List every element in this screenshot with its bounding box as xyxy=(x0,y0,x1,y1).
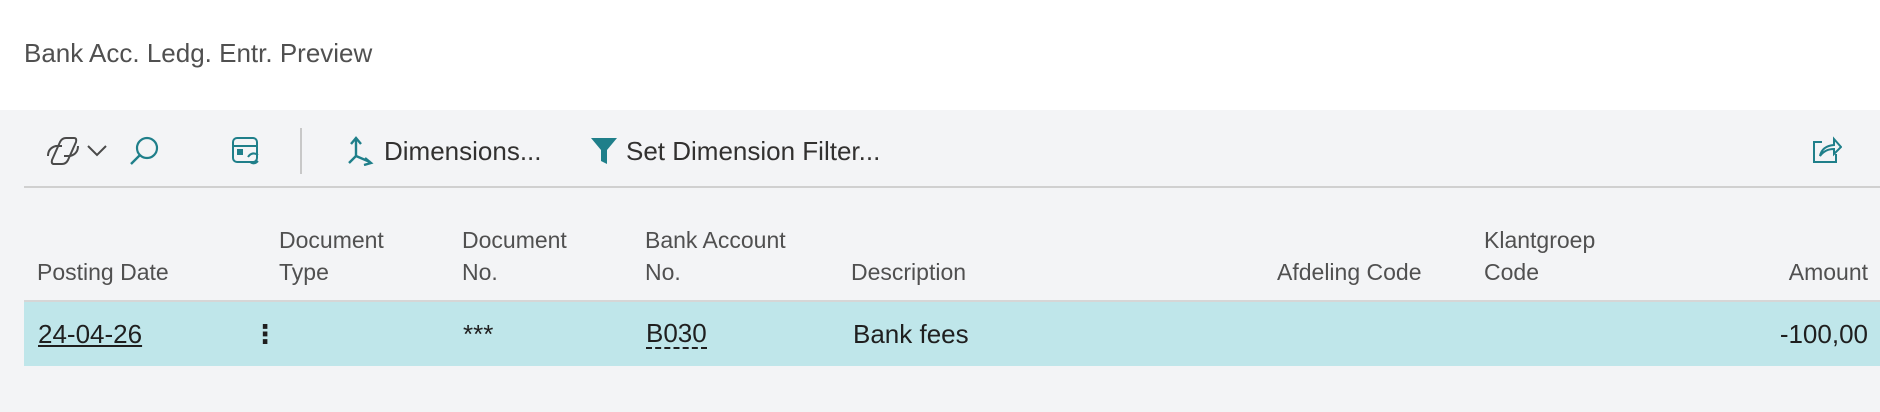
layout-refresh-icon xyxy=(230,135,262,167)
chevron-down-icon xyxy=(86,144,108,158)
copilot-button[interactable] xyxy=(46,118,108,184)
dimensions-label: Dimensions... xyxy=(384,135,542,166)
column-header-document-type[interactable]: Document Type xyxy=(279,224,384,288)
set-dimension-filter-button[interactable]: Set Dimension Filter... xyxy=(590,118,880,184)
share-icon xyxy=(1810,136,1842,166)
dimensions-button[interactable]: Dimensions... xyxy=(346,118,542,184)
column-header-posting-date[interactable]: Posting Date xyxy=(37,256,169,288)
bank-account-no-link[interactable]: B030 xyxy=(646,319,707,349)
page-title: Bank Acc. Ledg. Entr. Preview xyxy=(24,38,373,68)
table-header: Posting Date Document Type Document No. … xyxy=(24,188,1880,300)
table-row[interactable]: 24-04-26 ⋮ *** B030 Bank fees -100,00 xyxy=(24,302,1880,366)
layout-button[interactable] xyxy=(230,118,262,184)
toolbar-separator xyxy=(300,128,302,174)
share-button[interactable] xyxy=(1810,118,1842,184)
search-icon xyxy=(128,135,160,167)
column-header-klantgroep-code[interactable]: Klantgroep Code xyxy=(1484,224,1595,288)
column-header-document-no[interactable]: Document No. xyxy=(462,224,567,288)
search-button[interactable] xyxy=(128,118,160,184)
copilot-icon xyxy=(46,136,80,166)
row-menu-button[interactable]: ⋮ xyxy=(252,302,278,366)
column-header-amount[interactable]: Amount xyxy=(1789,256,1868,288)
amount-cell: -100,00 xyxy=(1779,318,1868,349)
document-no-cell: *** xyxy=(463,318,494,349)
page-header: Bank Acc. Ledg. Entr. Preview xyxy=(0,0,1880,110)
column-header-bank-account-no[interactable]: Bank Account No. xyxy=(645,224,786,288)
action-bar: Dimensions... Set Dimension Filter... xyxy=(24,118,1880,184)
bank-account-no-cell[interactable]: B030 xyxy=(646,302,707,366)
dimensions-icon xyxy=(346,136,374,166)
ledger-entries-table: Posting Date Document Type Document No. … xyxy=(24,188,1880,366)
posting-date-cell[interactable]: 24-04-26 xyxy=(38,302,142,366)
column-header-afdeling-code[interactable]: Afdeling Code xyxy=(1277,256,1422,288)
funnel-icon xyxy=(590,136,618,166)
set-dimension-filter-label: Set Dimension Filter... xyxy=(626,135,881,166)
column-header-description[interactable]: Description xyxy=(851,256,966,288)
description-cell: Bank fees xyxy=(853,318,969,349)
